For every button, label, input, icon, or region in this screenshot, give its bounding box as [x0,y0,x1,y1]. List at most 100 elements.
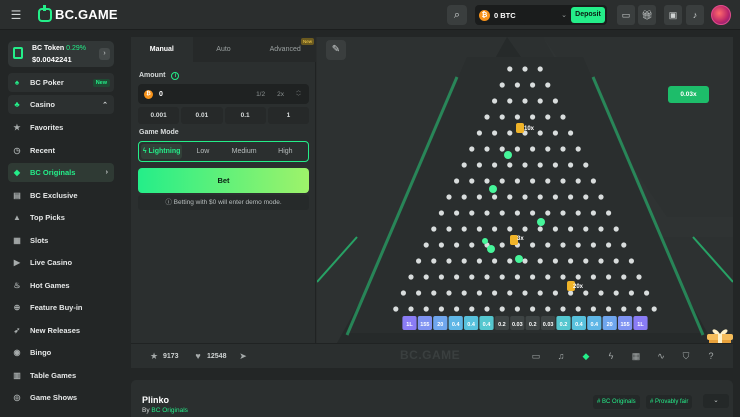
peg [530,82,536,88]
ball [482,238,488,244]
sidebar-item-table-games[interactable]: ▥ Table Games [8,366,114,385]
sidebar-item-bc-poker[interactable]: ♠ BC Poker New [8,73,114,92]
board-settings-icon[interactable]: ✎ [326,40,346,60]
wallet-icon[interactable]: ▭ [617,5,635,25]
double-button[interactable]: 2x [277,91,284,98]
peg [537,290,543,296]
gift-icon[interactable]: 🎁︎ [638,5,656,25]
sidebar-item-favorites[interactable]: ★ Favorites [8,118,114,137]
mode-medium[interactable]: Medium [224,144,265,159]
sidebar-item-live-casino[interactable]: ▶ Live Casino [8,253,114,272]
ball [537,218,545,226]
peg [469,146,475,152]
half-button[interactable]: 1/2 [256,91,265,98]
peg [583,226,589,232]
peg [568,258,574,264]
deposit-button[interactable]: Deposit [571,7,605,23]
peg [552,290,558,296]
help-icon[interactable]: ? [704,344,718,369]
chevron-right-icon[interactable]: › [99,48,110,60]
peg [560,114,566,120]
multiplier-slot-label: 0.4 [590,322,599,328]
multiplier-slot: 155 [417,316,432,330]
peg [416,258,422,264]
sidebar-item-game-shows[interactable]: ◎ Game Shows [8,388,114,407]
keyboard-icon[interactable]: ▦ [629,344,643,369]
bitcoin-icon: ₿ [479,9,490,21]
amount-input[interactable]: ₿ 0 1/2 2x ︿ ﹀ [138,84,309,104]
token-card[interactable]: BC Token 0.29% $0.0042241 › [8,41,114,67]
bingo-icon: ◉ [13,348,21,357]
avatar[interactable] [711,5,731,25]
peg [537,130,543,136]
share-icon[interactable]: ➤ [236,344,250,369]
sidebar-item-label: BC Poker [30,78,64,87]
peg [636,274,642,280]
table-games-icon: ▥ [13,371,21,380]
tag-provably-fair[interactable]: # Provably fair [646,395,693,409]
sidebar-item-bingo[interactable]: ◉ Bingo [8,343,114,362]
peg [530,114,536,120]
provider-link[interactable]: BC Originals [151,407,187,414]
peg [590,274,596,280]
music-icon[interactable]: ♫ [554,344,568,369]
fairness-shield-icon[interactable]: ⛉ [679,344,693,369]
bet-button[interactable]: Bet [138,168,309,193]
expand-chevron-icon[interactable]: ⌄ [703,394,729,408]
menu-icon[interactable]: ☰ [9,8,23,22]
ball [487,245,495,253]
preset-button[interactable]: 0.001 [138,107,180,124]
sidebar-item-new-releases[interactable]: ➶ New Releases [8,321,114,340]
peg [598,194,604,200]
sidebar-item-casino[interactable]: ♣ Casino ⌃ [8,95,114,114]
amount-stepper[interactable]: ︿ ﹀ [296,88,301,100]
sidebar-item-slots[interactable]: ▦ Slots [8,231,114,250]
peg [514,146,520,152]
mode-high[interactable]: High [265,144,306,159]
preset-button[interactable]: 0.1 [224,107,266,124]
wallet-selector[interactable]: ₿ 0 BTC ⌄ Deposit [475,5,607,25]
heart-icon[interactable]: ♥ [191,344,205,369]
tab-auto[interactable]: Auto [193,37,255,62]
watermark: BC.GAME [400,348,461,362]
chat-icon[interactable]: ▣ [664,5,682,25]
sidebar-item-recent[interactable]: ◷ Recent [8,141,114,160]
peg [469,242,475,248]
sidebar-item-label: Hot Games [30,281,70,290]
bell-icon[interactable]: ♪ [686,5,704,25]
chevron-up-icon: ⌃ [102,101,108,109]
tag-bc-originals[interactable]: # BC Originals [593,395,640,409]
stats-icon[interactable]: ∿ [654,344,668,369]
sidebar-item-feature-buy-in[interactable]: ⊕ Feature Buy-in [8,298,114,317]
boost-label: 3x [517,236,524,242]
star-icon[interactable]: ★ [147,344,161,369]
peg [507,226,513,232]
sidebar-item-hot-games[interactable]: ♨ Hot Games [8,276,114,295]
sound-icon[interactable]: ◆ [579,344,593,369]
peg [438,306,444,312]
peg [545,210,551,216]
mode-lightning[interactable]: ϟ Lightning [141,144,183,159]
preset-button[interactable]: 0.01 [181,107,223,124]
sidebar-item-bc-originals[interactable]: ◆ BC Originals › [8,163,114,182]
tab-manual[interactable]: Manual [131,37,193,62]
sidebar-item-bc-exclusive[interactable]: ▤ BC Exclusive [8,186,114,205]
multiplier-slot: 0.2 [494,316,509,330]
theater-mode-icon[interactable]: ▭ [529,344,543,369]
peg [575,146,581,152]
peg [545,242,551,248]
peg [583,194,589,200]
sidebar-item-top-picks[interactable]: ▲ Top Picks [8,208,114,227]
peg [492,98,498,104]
casino-icon: ♣ [14,100,20,109]
chevron-down-icon[interactable]: ﹀ [296,94,301,100]
search-icon[interactable]: ⌕ [447,5,467,25]
info-icon[interactable]: i [171,72,180,80]
logo[interactable]: BC.GAME [38,4,118,22]
sidebar-item-label: Slots [30,236,49,245]
preset-button[interactable]: 1 [267,107,309,124]
mode-low[interactable]: Low [182,144,223,159]
tab-advanced[interactable]: Advanced New [254,37,316,62]
peg [583,290,589,296]
hotkeys-lightning-icon[interactable]: ϟ [604,344,618,369]
